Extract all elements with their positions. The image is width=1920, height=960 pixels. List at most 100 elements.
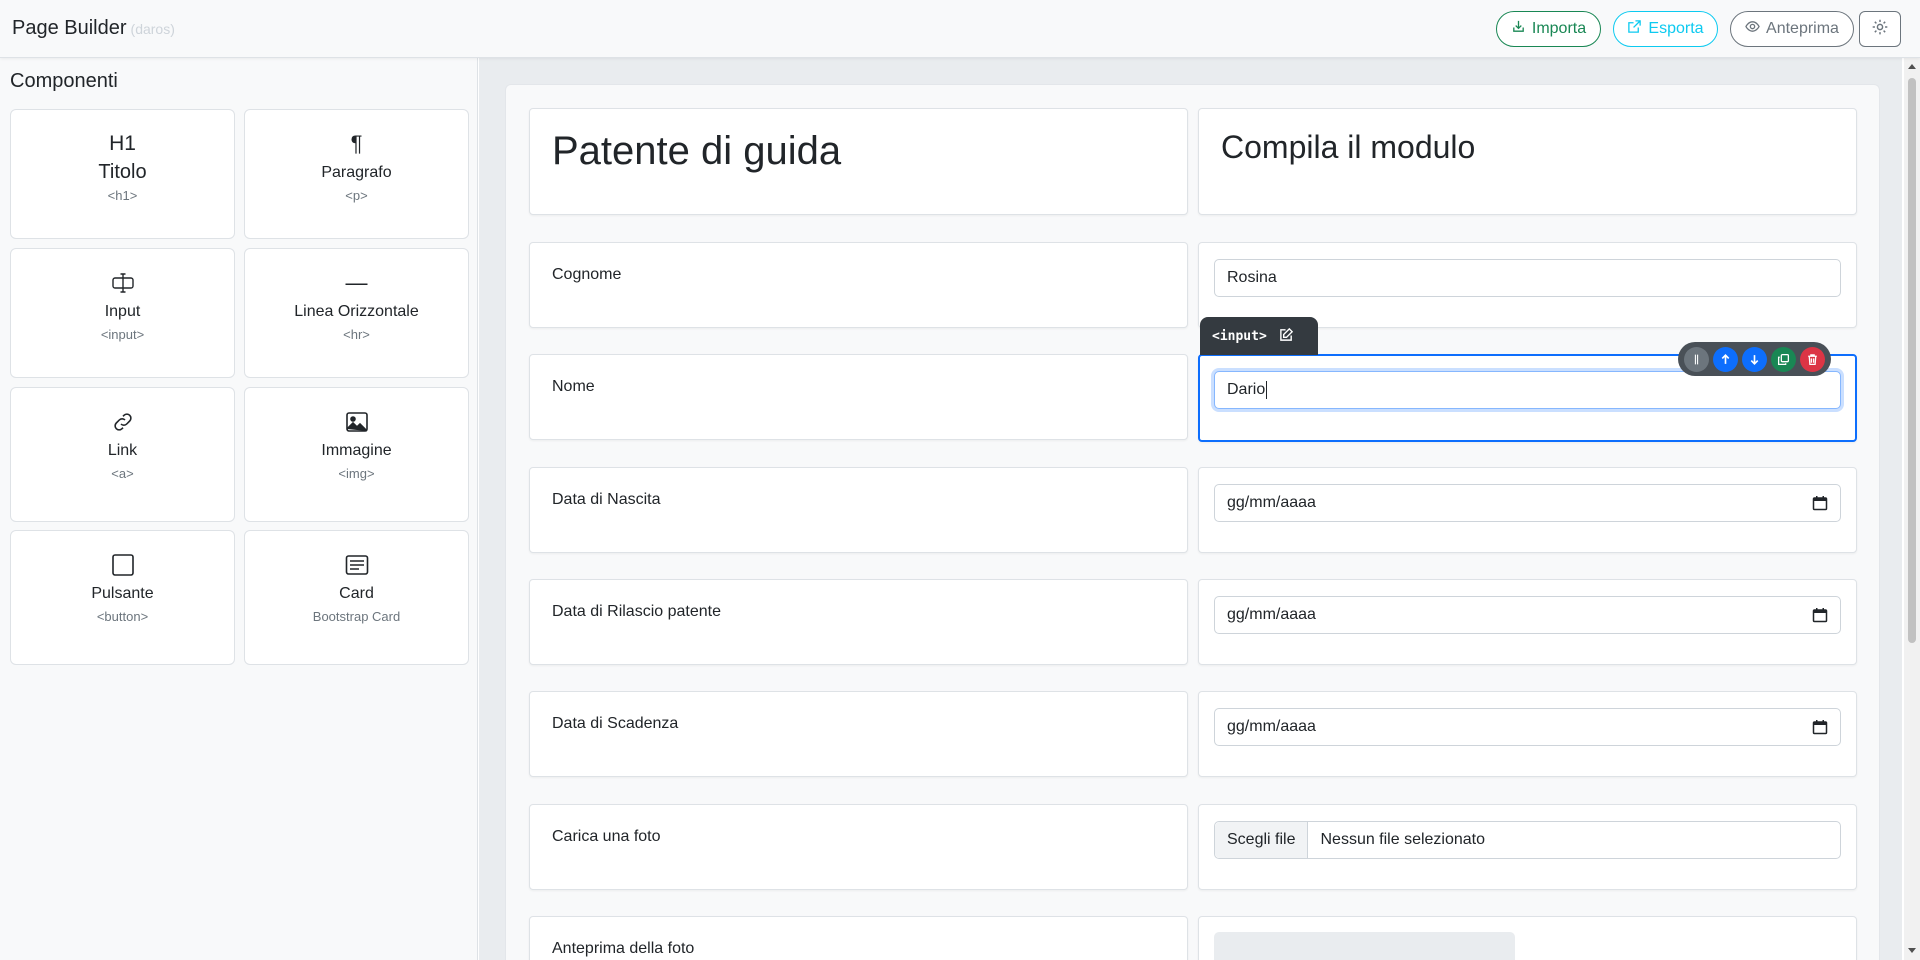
component-image[interactable]: Immagine <img> (244, 387, 469, 522)
birth-date-input[interactable]: gg/mm/aaaa (1214, 484, 1841, 522)
component-name: Paragrafo (321, 164, 392, 181)
field-label: Data di Rilascio patente (552, 603, 721, 620)
title-cell[interactable]: Patente di guida (529, 108, 1188, 215)
heading-icon: H1 (109, 132, 136, 155)
link-icon (11, 408, 234, 436)
field-label: Anteprima della foto (552, 940, 695, 957)
horizontal-rule-icon: — (345, 270, 368, 295)
label-cell[interactable]: Anteprima della foto (529, 916, 1188, 960)
trash-icon[interactable] (1800, 346, 1825, 372)
preview-button[interactable]: Anteprima (1730, 11, 1854, 47)
image-icon (245, 408, 468, 436)
component-tag: <hr> (343, 327, 370, 342)
app-subtitle: (daros) (130, 21, 175, 37)
download-icon (1511, 19, 1526, 39)
component-title[interactable]: H1 Titolo <h1> (10, 109, 235, 239)
export-button[interactable]: Esporta (1613, 11, 1718, 47)
input-cell[interactable]: gg/mm/aaaa (1198, 579, 1857, 665)
import-label: Importa (1531, 20, 1587, 37)
component-name: Card (339, 585, 374, 602)
components-sidebar: Componenti H1 Titolo <h1> ¶ Paragrafo <p… (0, 58, 478, 960)
element-toolbar (1678, 342, 1831, 376)
component-tag: <h1> (107, 188, 138, 203)
move-down-icon[interactable] (1742, 346, 1767, 372)
element-tag-label: <input> (1212, 328, 1267, 344)
input-cursor-icon (11, 269, 234, 297)
form-title: Patente di guida (552, 129, 842, 173)
import-button[interactable]: Importa (1496, 11, 1601, 47)
date-placeholder: gg/mm/aaaa (1227, 494, 1316, 511)
text-caret (1266, 380, 1268, 399)
input-cell[interactable]: gg/mm/aaaa (1198, 691, 1857, 777)
settings-button[interactable] (1859, 11, 1901, 47)
input-cell[interactable]: Scegli file Nessun file selezionato (1198, 804, 1857, 890)
surname-input[interactable]: Rosina (1214, 259, 1841, 297)
date-placeholder: gg/mm/aaaa (1227, 718, 1316, 735)
export-label: Esporta (1648, 20, 1704, 37)
selected-element-tag: <input> (1200, 317, 1318, 355)
preview-label: Anteprima (1766, 20, 1839, 37)
edit-icon[interactable] (1279, 327, 1294, 346)
label-cell[interactable]: Cognome (529, 242, 1188, 328)
subtitle-cell[interactable]: Compila il modulo (1198, 108, 1857, 215)
component-name: Input (104, 303, 141, 320)
scroll-up-icon[interactable] (1908, 64, 1916, 69)
issue-date-input[interactable]: gg/mm/aaaa (1214, 596, 1841, 634)
paragraph-icon: ¶ (350, 131, 363, 156)
component-tag: <input> (100, 327, 145, 342)
field-label: Data di Scadenza (552, 715, 679, 732)
component-name: Titolo (98, 161, 147, 183)
component-link[interactable]: Link <a> (10, 387, 235, 522)
label-cell[interactable]: Nome (529, 354, 1188, 440)
component-tag: <a> (111, 466, 134, 481)
app-header: Page Builder (daros) Importa Esporta Ante… (0, 0, 1920, 58)
component-name: Linea Orizzontale (294, 303, 419, 320)
photo-file-input[interactable]: Scegli file Nessun file selezionato (1214, 821, 1841, 859)
label-cell[interactable]: Data di Scadenza (529, 691, 1188, 777)
move-up-icon[interactable] (1713, 346, 1738, 372)
image-cell[interactable] (1198, 916, 1857, 960)
scroll-down-icon[interactable] (1908, 948, 1916, 953)
app-title-text: Page Builder (12, 17, 127, 39)
input-value: Rosina (1227, 269, 1277, 286)
input-cell[interactable]: gg/mm/aaaa (1198, 467, 1857, 553)
component-tag: <button> (96, 609, 149, 624)
form-subtitle: Compila il modulo (1221, 129, 1476, 165)
choose-file-button[interactable]: Scegli file (1215, 822, 1309, 858)
gear-icon (1871, 18, 1889, 41)
label-cell[interactable]: Carica una foto (529, 804, 1188, 890)
component-card[interactable]: Card Bootstrap Card (244, 530, 469, 665)
component-input[interactable]: Input <input> (10, 248, 235, 378)
input-value: Dario (1227, 381, 1266, 399)
drag-handle-icon[interactable] (1684, 346, 1709, 372)
label-cell[interactable]: Data di Nascita (529, 467, 1188, 553)
field-label: Data di Nascita (552, 491, 661, 508)
calendar-icon[interactable] (1812, 495, 1828, 511)
date-placeholder: gg/mm/aaaa (1227, 606, 1316, 623)
app-title: Page Builder (daros) (12, 17, 175, 40)
component-name: Link (107, 442, 138, 459)
file-status: Nessun file selezionato (1320, 831, 1486, 848)
input-cell[interactable]: Rosina (1198, 242, 1857, 328)
component-name: Immagine (321, 442, 392, 459)
expiry-date-input[interactable]: gg/mm/aaaa (1214, 708, 1841, 746)
eye-icon (1745, 19, 1760, 39)
component-button[interactable]: Pulsante <button> (10, 530, 235, 665)
component-paragraph[interactable]: ¶ Paragrafo <p> (244, 109, 469, 239)
component-hr[interactable]: — Linea Orizzontale <hr> (244, 248, 469, 378)
photo-preview-placeholder (1214, 932, 1515, 960)
scrollbar[interactable] (1904, 58, 1920, 960)
scrollbar-thumb[interactable] (1908, 78, 1916, 643)
field-label: Carica una foto (552, 828, 661, 845)
calendar-icon[interactable] (1812, 719, 1828, 735)
calendar-icon[interactable] (1812, 607, 1828, 623)
field-label: Cognome (552, 266, 622, 283)
card-text-icon (245, 551, 468, 579)
field-label: Nome (552, 378, 595, 395)
name-input[interactable]: Dario (1214, 371, 1841, 409)
component-tag: <p> (345, 188, 368, 203)
external-link-icon (1627, 19, 1642, 39)
sidebar-title: Componenti (10, 70, 118, 92)
label-cell[interactable]: Data di Rilascio patente (529, 579, 1188, 665)
duplicate-icon[interactable] (1771, 346, 1796, 372)
